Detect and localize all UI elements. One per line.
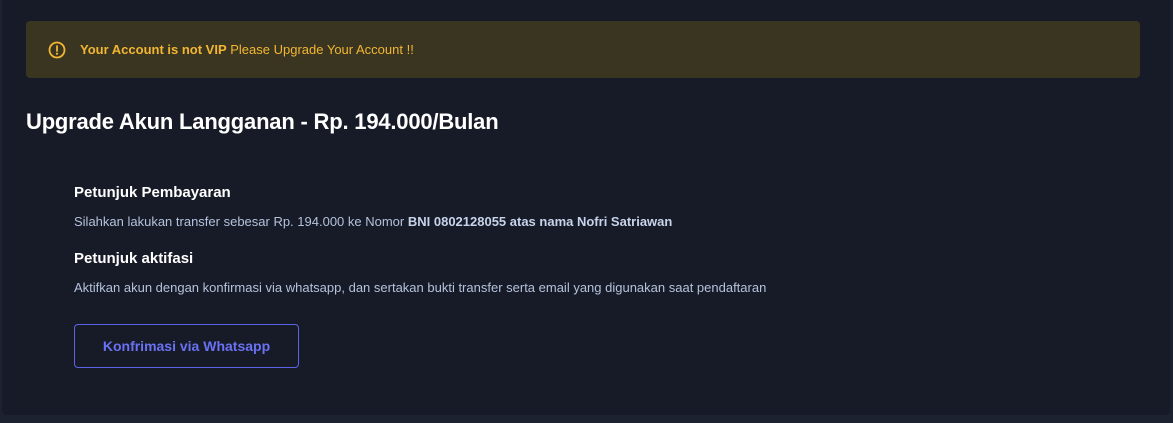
vip-warning-alert: Your Account is not VIP Please Upgrade Y… <box>26 21 1140 78</box>
payment-heading: Petunjuk Pembayaran <box>74 184 231 201</box>
activation-text: Aktifkan akun dengan konfirmasi via what… <box>74 280 767 295</box>
activation-heading: Petunjuk aktifasi <box>74 250 194 267</box>
whatsapp-confirm-button[interactable]: Konfrimasi via Whatsapp <box>74 324 299 368</box>
alert-message: Your Account is not VIP Please Upgrade Y… <box>80 42 414 57</box>
payment-instructions: Silahkan lakukan transfer sebesar Rp. 19… <box>74 214 672 229</box>
alert-circle-icon <box>48 41 66 59</box>
payment-account-info: BNI 0802128055 atas nama Nofri Satriawan <box>407 214 673 229</box>
alert-text: Please Upgrade Your Account !! <box>226 42 414 57</box>
payment-text: Silahkan lakukan transfer sebesar Rp. 19… <box>74 214 408 229</box>
alert-bold-text: Your Account is not VIP <box>80 42 227 57</box>
main-card: Your Account is not VIP Please Upgrade Y… <box>2 0 1170 415</box>
page-title: Upgrade Akun Langganan - Rp. 194.000/Bul… <box>26 109 499 134</box>
